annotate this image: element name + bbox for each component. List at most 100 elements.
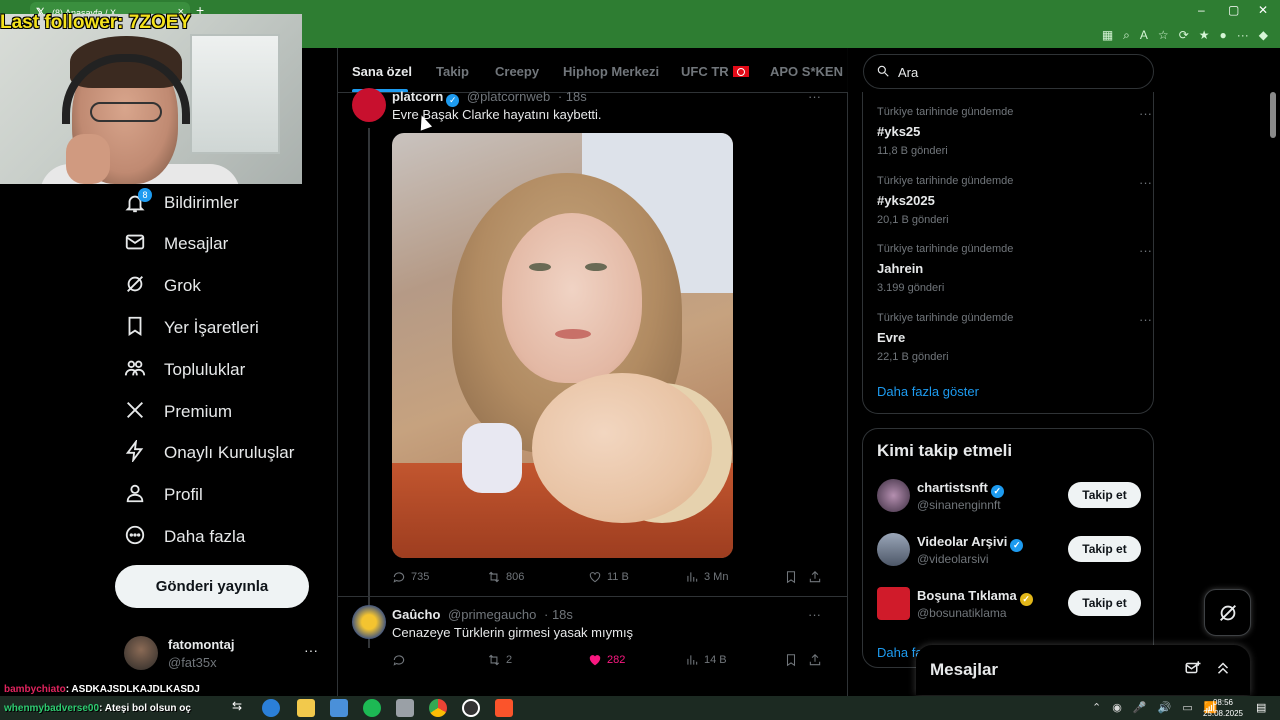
trend-more-icon[interactable]: ··· <box>1139 312 1152 327</box>
nav-premium[interactable]: Premium <box>124 397 232 427</box>
profile-icon[interactable]: ● <box>1220 28 1227 43</box>
bookmark-button[interactable] <box>784 653 798 667</box>
nav-more[interactable]: Daha fazla <box>124 522 245 552</box>
tab-ufc-tr[interactable]: UFC TR <box>681 64 749 79</box>
follow-suggestion[interactable]: Boşuna Tıklama ✓ @bosunatiklama Takip et <box>877 587 1141 623</box>
expand-chevron-icon[interactable] <box>1214 659 1232 677</box>
tab-following[interactable]: Takip <box>436 64 469 79</box>
search-input[interactable] <box>898 62 1138 82</box>
tweet-handle[interactable]: @primegaucho <box>448 607 536 622</box>
apps-icon[interactable]: ▦ <box>1102 28 1113 43</box>
views-count: 14 B <box>704 654 727 666</box>
copilot-icon[interactable]: ◆ <box>1259 28 1268 43</box>
grok-button[interactable] <box>1204 589 1251 636</box>
taskbar-clock[interactable]: 08:56 25.08.2025 <box>1200 697 1246 719</box>
obs-icon[interactable] <box>462 699 480 717</box>
brave-icon[interactable] <box>495 699 513 717</box>
repost-button[interactable]: 806 <box>487 570 524 584</box>
trend-item[interactable]: Türkiye tarihinde gündemde #yks2025 20,1… <box>877 175 1152 226</box>
show-more-link[interactable]: Daha fazla göster <box>877 384 979 399</box>
tweet-time[interactable]: · 18s <box>558 89 587 104</box>
nav-communities[interactable]: Topluluklar <box>124 355 245 385</box>
nav-verified-orgs[interactable]: Onaylı Kuruluşlar <box>124 438 294 468</box>
follow-button[interactable]: Takip et <box>1068 482 1141 508</box>
tab-hiphop[interactable]: Hiphop Merkezi <box>563 64 659 79</box>
bookmark-button[interactable] <box>784 570 798 584</box>
nav-profile[interactable]: Profil <box>124 480 203 510</box>
tab-creepy[interactable]: Creepy <box>495 64 539 79</box>
minimize-button[interactable]: – <box>1198 3 1205 17</box>
tweet[interactable]: Gaûcho @primegaucho · 18s ··· Cenazeye T… <box>338 596 848 678</box>
avatar[interactable] <box>352 88 386 122</box>
tweet-more-icon[interactable]: ··· <box>808 89 821 104</box>
nav-messages[interactable]: Mesajlar <box>124 229 228 259</box>
like-button[interactable]: 282 <box>588 653 625 667</box>
tweet-photo[interactable] <box>392 133 733 558</box>
trend-more-icon[interactable]: ··· <box>1139 175 1152 190</box>
suggestion-name: Videolar Arşivi ✓ <box>917 534 1024 552</box>
favorite-star-icon[interactable]: ☆ <box>1158 28 1169 43</box>
favorites-icon[interactable]: ★ <box>1199 28 1210 43</box>
share-button[interactable] <box>808 570 822 584</box>
notification-center-icon[interactable]: ▤ <box>1256 701 1266 714</box>
account-switcher[interactable]: fatomontaj @fat35x ··· <box>124 636 324 672</box>
verified-badge-icon: ✓ <box>446 94 460 107</box>
tweet[interactable]: platcorn ✓ @platcornweb · 18s ··· Evre Ba… <box>338 88 848 648</box>
suggestion-name-text: chartistsnft <box>917 480 988 495</box>
mail-icon[interactable] <box>330 699 348 717</box>
search-box[interactable] <box>863 54 1154 89</box>
thread-line <box>368 128 370 648</box>
like-button[interactable]: 11 B <box>588 570 629 584</box>
trend-item[interactable]: Türkiye tarihinde gündemde Jahrein 3.199… <box>877 243 1152 294</box>
reply-button[interactable]: 735 <box>392 570 429 584</box>
zoom-icon[interactable]: ⌕ <box>1123 28 1130 43</box>
extensions-icon[interactable]: ⟳ <box>1179 28 1189 43</box>
edge-icon[interactable] <box>262 699 280 717</box>
post-button[interactable]: Gönderi yayınla <box>115 565 309 608</box>
tab-for-you[interactable]: Sana özel <box>352 64 412 79</box>
menu-icon[interactable]: ··· <box>1237 28 1249 43</box>
repost-button[interactable]: 2 <box>487 653 512 667</box>
chrome-icon[interactable] <box>429 699 447 717</box>
follow-suggestion[interactable]: Videolar Arşivi ✓ @videolarsivi Takip et <box>877 533 1141 569</box>
file-explorer-icon[interactable] <box>297 699 315 717</box>
follow-suggestion[interactable]: chartistsnft ✓ @sinanenginnft Takip et <box>877 479 1141 515</box>
reply-count: 735 <box>411 571 430 583</box>
read-aloud-icon[interactable]: A <box>1140 28 1148 43</box>
nav-notifications[interactable]: 8 Bildirimler <box>124 188 239 218</box>
scrollbar[interactable] <box>1270 92 1276 138</box>
avatar[interactable] <box>352 605 386 639</box>
close-window-button[interactable]: ✕ <box>1258 3 1268 17</box>
spotify-icon[interactable] <box>363 699 381 717</box>
chat-message: bambychiato: ASDKAJSDLKAJDLKASDJ <box>4 684 200 695</box>
share-button[interactable] <box>808 653 822 667</box>
tweet-handle[interactable]: @platcornweb <box>467 89 550 104</box>
views-button[interactable]: 14 B <box>685 653 727 667</box>
tweet-author[interactable]: platcorn <box>392 89 443 104</box>
follow-button[interactable]: Takip et <box>1068 536 1141 562</box>
trend-more-icon[interactable]: ··· <box>1139 106 1152 121</box>
messages-drawer[interactable]: Mesajlar <box>916 645 1250 695</box>
tab-apo[interactable]: APO S*KEN <box>770 64 843 79</box>
clock-date: 25.08.2025 <box>1202 709 1244 718</box>
tweet-time[interactable]: · 18s <box>544 607 573 622</box>
photo-baby <box>532 373 712 523</box>
nav-bookmarks[interactable]: Yer İşaretleri <box>124 313 259 343</box>
tweet-more-icon[interactable]: ··· <box>808 607 821 622</box>
follow-button[interactable]: Takip et <box>1068 590 1141 616</box>
task-view-icon[interactable]: ⇆ <box>232 699 250 717</box>
tweet-author[interactable]: Gaûcho <box>392 607 440 622</box>
account-more-icon[interactable]: ··· <box>304 642 318 658</box>
new-message-icon[interactable] <box>1184 659 1202 677</box>
maximize-button[interactable]: ▢ <box>1228 3 1239 17</box>
messages-drawer-title: Mesajlar <box>930 660 999 679</box>
photo-face <box>502 213 642 383</box>
trend-item[interactable]: Türkiye tarihinde gündemde #yks25 11,8 B… <box>877 106 1152 157</box>
trend-item[interactable]: Türkiye tarihinde gündemde Evre 22,1 B g… <box>877 312 1152 363</box>
gold-badge-icon: ✓ <box>1019 593 1033 606</box>
reply-button[interactable] <box>392 653 411 667</box>
nav-grok[interactable]: Grok <box>124 271 201 301</box>
trend-more-icon[interactable]: ··· <box>1139 243 1152 258</box>
views-button[interactable]: 3 Mn <box>685 570 728 584</box>
calculator-icon[interactable] <box>396 699 414 717</box>
